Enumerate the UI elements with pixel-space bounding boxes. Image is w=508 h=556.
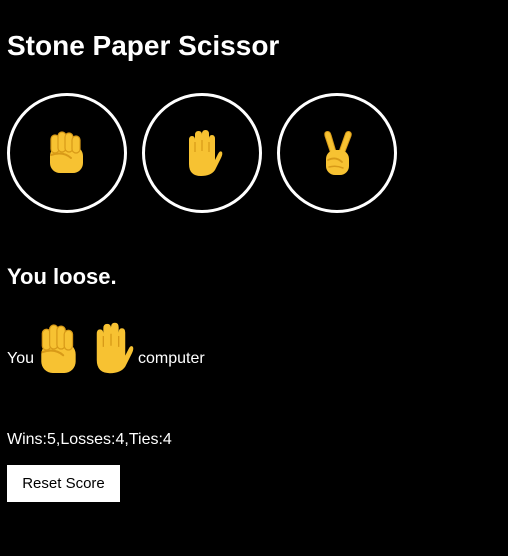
- result-text: You loose.: [7, 264, 117, 289]
- stone-button[interactable]: [7, 93, 127, 213]
- scissor-button[interactable]: [277, 93, 397, 213]
- raised-hand-icon: [181, 130, 223, 176]
- score-text: Wins:5,Losses:4,Ties:4: [7, 431, 172, 448]
- computer-label: computer: [138, 350, 205, 367]
- page-title: Stone Paper Scissor: [7, 30, 280, 61]
- raised-fist-icon: [47, 131, 87, 175]
- reset-score-button[interactable]: Reset Score: [7, 465, 120, 502]
- app-page: Stone Paper Scissor You loose. You compu…: [0, 0, 508, 556]
- paper-button[interactable]: [142, 93, 262, 213]
- victory-hand-icon: [319, 130, 355, 176]
- you-label: You: [7, 350, 34, 367]
- raised-hand-icon: [88, 322, 134, 374]
- raised-fist-icon: [38, 324, 80, 374]
- choice-buttons: [7, 93, 397, 213]
- moves-display: You computer: [7, 314, 205, 374]
